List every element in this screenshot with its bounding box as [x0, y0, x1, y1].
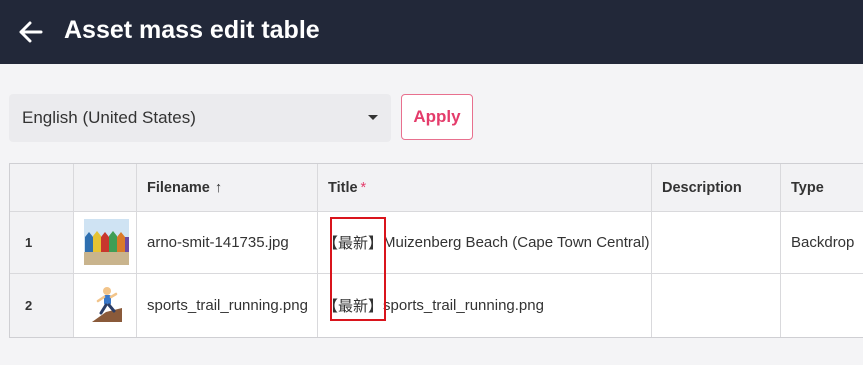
description-header-label: Description [662, 179, 742, 196]
new-tag: 【最新】 [323, 298, 384, 315]
thumbnail-cell[interactable] [74, 274, 137, 337]
filename-header-label: Filename [147, 179, 210, 196]
title-value: sports_trail_running.png [383, 297, 544, 314]
corner-header-cell [10, 164, 74, 212]
type-value: Backdrop [791, 234, 855, 251]
beach-huts-image [84, 219, 129, 265]
caret-down-icon [368, 115, 378, 120]
filename-cell[interactable]: arno-smit-141735.jpg [137, 212, 318, 274]
title-cell[interactable]: 【最新】 sports_trail_running.png [318, 274, 652, 337]
type-header-label: Type [791, 179, 824, 196]
thumbnail-header-cell [74, 164, 137, 212]
title-value: Muizenberg Beach (Cape Town Central) [383, 234, 650, 251]
filename-column-header[interactable]: Filename ↑ [137, 164, 318, 212]
asset-table: Filename ↑ Title * Description Type 1 ar… [9, 163, 863, 338]
new-tag: 【最新】 [323, 235, 384, 252]
back-button[interactable] [14, 15, 48, 49]
type-column-header[interactable]: Type [781, 164, 863, 212]
top-bar: Asset mass edit table [0, 0, 863, 64]
sort-ascending-icon: ↑ [214, 179, 223, 196]
row-number-cell[interactable]: 1 [10, 212, 74, 274]
apply-button[interactable]: Apply [401, 94, 473, 140]
description-cell[interactable] [652, 212, 781, 274]
description-column-header[interactable]: Description [652, 164, 781, 212]
type-cell[interactable] [781, 274, 863, 337]
title-cell[interactable]: 【最新】 Muizenberg Beach (Cape Town Central… [318, 212, 652, 274]
page-title: Asset mass edit table [64, 16, 320, 44]
row-number: 2 [25, 298, 33, 313]
description-cell[interactable] [652, 274, 781, 337]
locale-select-value: English (United States) [22, 108, 196, 127]
filename-cell[interactable]: sports_trail_running.png [137, 274, 318, 337]
runner-emoji-image [92, 287, 122, 322]
title-column-header[interactable]: Title * [318, 164, 652, 212]
title-header-label: Title [328, 179, 358, 196]
row-number: 1 [25, 235, 33, 250]
locale-select[interactable]: English (United States) [9, 94, 391, 142]
required-marker: * [360, 179, 367, 196]
type-cell[interactable]: Backdrop [781, 212, 863, 274]
filename-value: arno-smit-141735.jpg [147, 234, 289, 251]
filename-value: sports_trail_running.png [147, 297, 308, 314]
row-number-cell[interactable]: 2 [10, 274, 74, 337]
thumbnail-cell[interactable] [74, 212, 137, 274]
arrow-left-icon [19, 21, 43, 43]
